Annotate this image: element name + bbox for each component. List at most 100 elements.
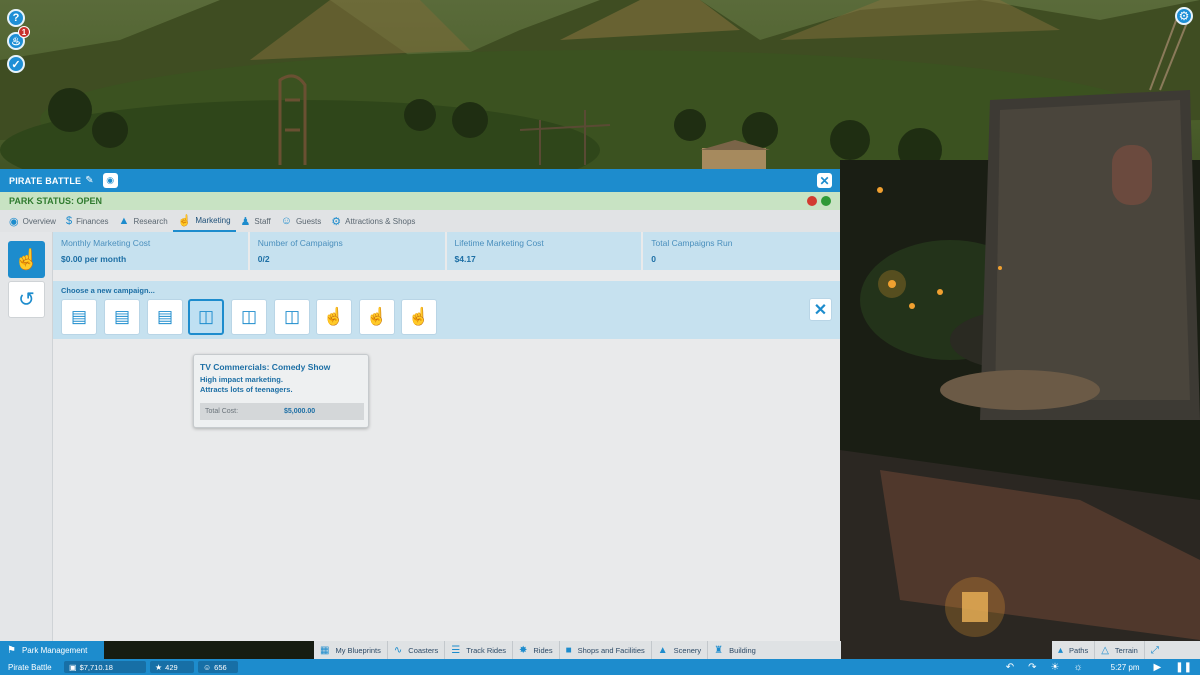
tab-guests[interactable]: ☺ Guests — [276, 210, 327, 232]
campaign-social-1[interactable]: ☝ — [316, 299, 352, 335]
tab-research[interactable]: ▲ Research — [114, 210, 173, 232]
play-icon[interactable]: ▶ — [1154, 662, 1162, 673]
eye-icon: ◉ — [9, 215, 19, 228]
tooltip-title: TV Commercials: Comedy Show — [200, 362, 331, 372]
terrain-icon: △ — [1101, 644, 1109, 656]
tab-staff-label: Staff — [254, 216, 271, 226]
paths-label: Paths — [1069, 645, 1089, 655]
park-status-text: PARK STATUS: OPEN — [9, 196, 103, 206]
terrain-label: Terrain — [1114, 645, 1138, 655]
gear-icon: ⚙ — [1178, 9, 1190, 23]
terrain-button[interactable]: △ Terrain — [1095, 641, 1145, 659]
rating-value: 429 — [165, 662, 178, 672]
stat-number-of-campaigns: Number of Campaigns 0/2 — [250, 232, 447, 270]
rename-pencil-icon[interactable]: ✎ — [85, 175, 93, 186]
marketing-campaigns-button[interactable]: ☝ — [8, 241, 45, 278]
build-menu: ▦ My Blueprints ∿ Coasters ☰ Track Rides ✸ R… — [314, 641, 841, 659]
campaign-social-2[interactable]: ☝ — [359, 299, 395, 335]
guest-count-display[interactable]: ☺ 656 — [198, 661, 238, 673]
campaign-newspaper-1[interactable]: ▤ — [61, 299, 97, 335]
guests-value: 656 — [214, 662, 227, 672]
money-value: $7,710.18 — [79, 662, 113, 672]
tab-guests-label: Guests — [295, 216, 322, 226]
redo-icon[interactable]: ↷ — [1028, 662, 1036, 673]
settings-button[interactable]: ⚙ — [1175, 7, 1193, 25]
park-status-bar: PARK STATUS: OPEN — [0, 192, 840, 210]
tab-overview[interactable]: ◉ Overview — [4, 210, 61, 232]
tooltip-description-2: Attracts lots of teenagers. — [200, 385, 293, 394]
tab-finances[interactable]: $ Finances — [61, 210, 114, 232]
tab-marketing[interactable]: ☝ Marketing — [172, 210, 236, 232]
stat-value: 0 — [651, 254, 656, 264]
tab-attractions-shops-label: Attractions & Shops — [345, 216, 416, 226]
rides-button[interactable]: ✸ Rides — [513, 641, 560, 659]
history-icon: ↺ — [18, 289, 35, 311]
undo-icon[interactable]: ↶ — [1006, 662, 1014, 673]
shops-facilities-button[interactable]: ■ Shops and Facilities — [560, 641, 652, 659]
tab-staff[interactable]: ♟ Staff — [236, 210, 276, 232]
weather-icon[interactable]: ☀ — [1050, 662, 1059, 673]
campaign-tv-3[interactable]: ◫ — [274, 299, 310, 335]
stat-label: Total Campaigns Run — [651, 238, 733, 248]
campaign-history-button[interactable]: ↺ — [8, 281, 45, 318]
campaign-newspaper-3[interactable]: ▤ — [147, 299, 183, 335]
park-management-label: Park Management — [21, 645, 88, 655]
stat-label: Monthly Marketing Cost — [61, 238, 151, 248]
terrain-menu: ▴ Paths △ Terrain ⤢ — [1052, 641, 1200, 659]
marketing-sidebar: ☝ ↺ — [0, 232, 53, 641]
help-button[interactable]: ? — [7, 9, 25, 27]
locate-pin-icon[interactable]: ◉ — [102, 173, 118, 188]
phone-thumb-icon: ☝ — [408, 307, 430, 326]
checklist-button[interactable]: ✓ — [7, 55, 25, 73]
tab-marketing-label: Marketing — [195, 215, 231, 225]
building-icon: ♜ — [714, 644, 724, 656]
tab-attractions-shops[interactable]: ⚙ Attractions & Shops — [326, 210, 420, 232]
track-rides-button[interactable]: ☰ Track Rides — [445, 641, 513, 659]
panel-titlebar: PIRATE BATTLE ✎ ◉ ✕ — [0, 169, 840, 192]
track-rides-label: Track Rides — [466, 645, 506, 655]
thumbs-up-icon: ☝ — [177, 214, 192, 227]
coasters-button[interactable]: ∿ Coasters — [388, 641, 446, 659]
bottom-toolbar: ⚑ Park Management ▦ My Blueprints ∿ Coaste… — [0, 641, 1200, 659]
my-blueprints-button[interactable]: ▦ My Blueprints — [314, 641, 388, 659]
close-panel-button[interactable]: ✕ — [817, 173, 832, 188]
newspaper-icon: ▤ — [113, 307, 131, 326]
park-rating-display[interactable]: ★ 429 — [150, 661, 194, 673]
phone-thumb-icon: ☝ — [323, 307, 345, 326]
flask-icon: ▲ — [118, 215, 130, 227]
building-button[interactable]: ♜ Building — [708, 641, 762, 659]
campaign-tv-2[interactable]: ◫ — [231, 299, 267, 335]
park-management-button[interactable]: ⚑ Park Management — [0, 641, 104, 659]
shop-icon: ■ — [565, 644, 572, 656]
flag-icon: ⚑ — [7, 644, 16, 656]
open-park-light[interactable] — [821, 196, 831, 206]
tv-icon: ◫ — [240, 307, 258, 326]
chooser-prompt: Choose a new campaign... — [61, 286, 155, 295]
park-management-panel: PIRATE BATTLE ✎ ◉ ✕ PARK STATUS: OPEN ◉ … — [0, 169, 840, 641]
campaign-newspaper-2[interactable]: ▤ — [104, 299, 140, 335]
day-night-icon[interactable]: ☼ — [1073, 662, 1082, 673]
stat-value: $0.00 per month — [61, 254, 127, 264]
money-display[interactable]: ▣ $7,710.18 — [64, 661, 146, 673]
expand-button[interactable]: ⤢ — [1145, 641, 1171, 659]
campaign-tv-comedy-show[interactable]: ◫ — [188, 299, 224, 335]
newspaper-icon: ▤ — [156, 307, 174, 326]
paths-button[interactable]: ▴ Paths — [1052, 641, 1096, 659]
thumbs-up-icon: ☝ — [14, 249, 39, 271]
notification-count-badge: 1 — [18, 26, 30, 38]
scenery-button[interactable]: ▲ Scenery — [652, 641, 709, 659]
park-title: PIRATE BATTLE — [9, 175, 82, 186]
building-label: Building — [729, 645, 756, 655]
gear-icon: ⚙ — [331, 215, 342, 228]
guests-icon: ☺ — [280, 215, 292, 227]
tab-overview-label: Overview — [22, 216, 56, 226]
coaster-icon: ∿ — [393, 644, 403, 656]
close-icon: ✕ — [813, 301, 828, 319]
close-park-light[interactable] — [807, 196, 817, 206]
tooltip-description-1: High impact marketing. — [200, 375, 283, 384]
campaign-chooser: Choose a new campaign... ▤ ▤ ▤ ◫ ◫ ◫ ☝ ☝… — [53, 281, 840, 339]
pause-icon[interactable]: ❚❚ — [1175, 662, 1192, 673]
cancel-campaign-button[interactable]: ✕ — [809, 298, 832, 321]
stat-monthly-marketing-cost: Monthly Marketing Cost $0.00 per month — [53, 232, 250, 270]
campaign-social-3[interactable]: ☝ — [401, 299, 437, 335]
